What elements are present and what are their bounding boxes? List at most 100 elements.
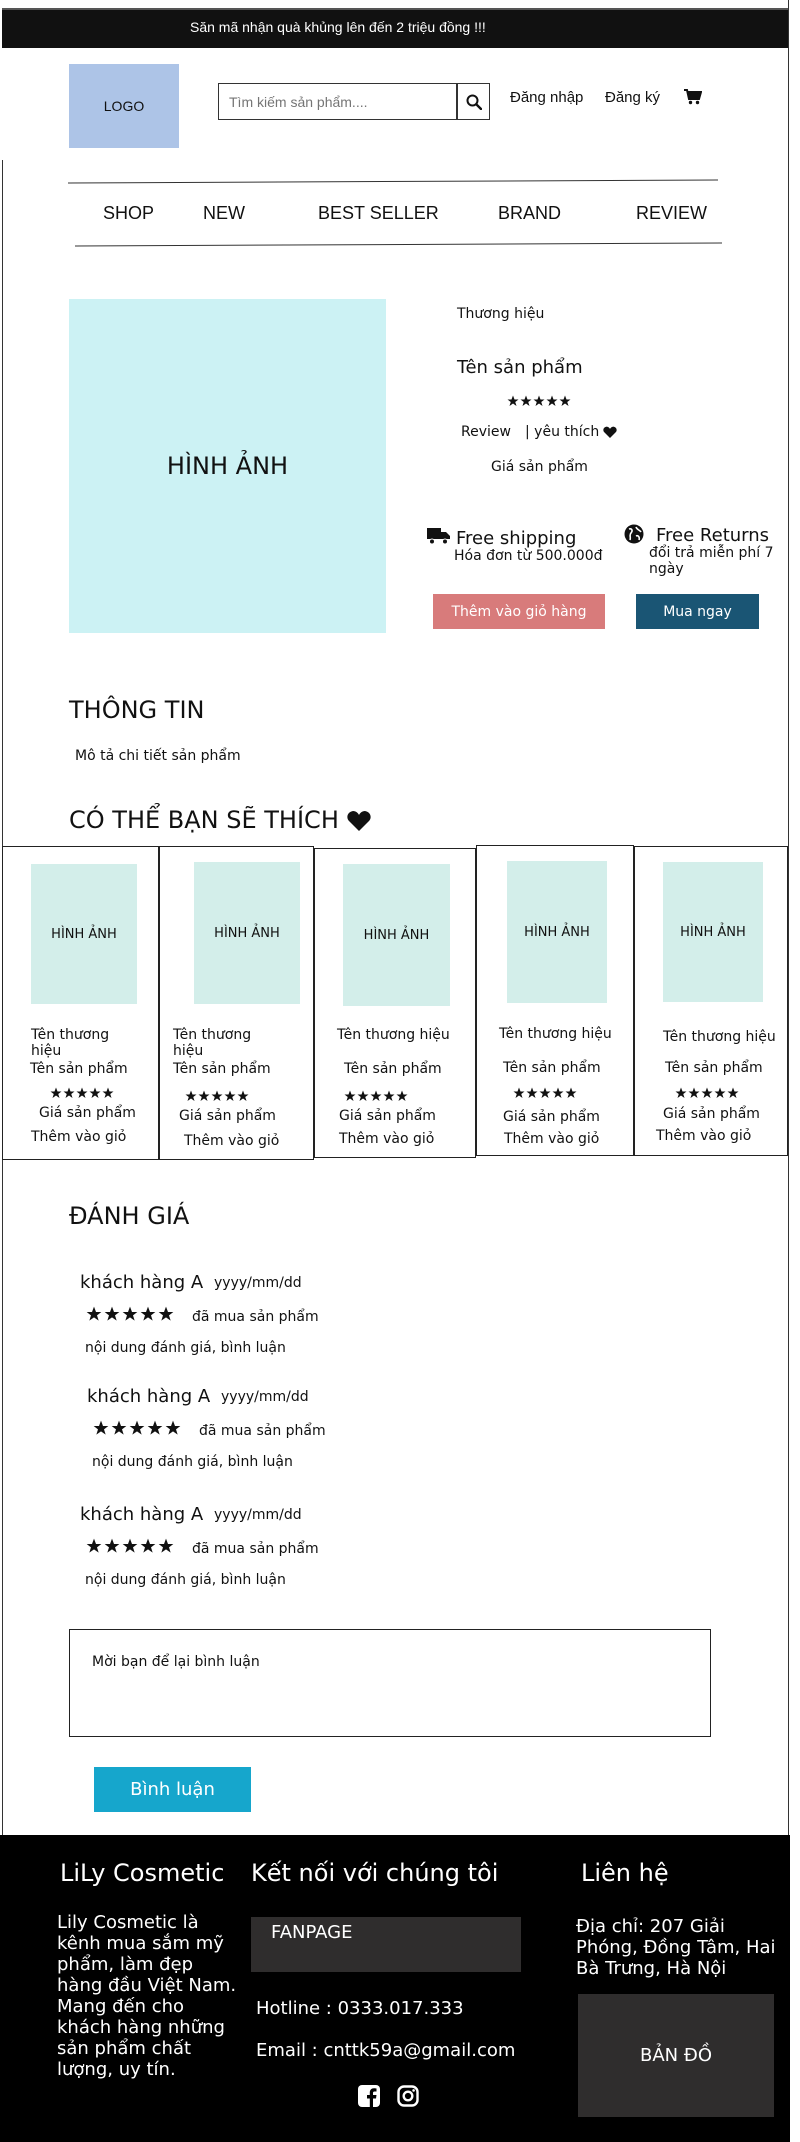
star-icon xyxy=(675,1087,687,1098)
star-icon xyxy=(104,1306,120,1321)
logo[interactable]: LOGO xyxy=(69,64,179,148)
nav-brand[interactable]: BRAND xyxy=(498,203,561,224)
star-icon xyxy=(86,1538,102,1553)
product-card[interactable]: HÌNH ẢNH Tên thương hiệu Tên sản phẩm Gi… xyxy=(2,846,159,1160)
product-card[interactable]: HÌNH ẢNH Tên thương hiệu Tên sản phẩm Gi… xyxy=(314,848,476,1158)
card-price: Giá sản phẩm xyxy=(39,1105,136,1121)
nav-best-seller[interactable]: BEST SELLER xyxy=(318,203,439,224)
comment-button[interactable]: Bình luận xyxy=(94,1767,251,1812)
card-brand: Tên thương hiệu xyxy=(31,1027,110,1059)
nav-shop[interactable]: SHOP xyxy=(103,203,154,224)
star-icon xyxy=(565,1087,577,1098)
cart-button[interactable] xyxy=(684,89,703,109)
shipping-title: Free shipping xyxy=(456,528,577,549)
star-icon xyxy=(370,1090,382,1101)
facebook-icon xyxy=(358,2085,380,2107)
card-add-to-cart[interactable]: Thêm vào giỏ xyxy=(31,1129,126,1145)
star-icon xyxy=(539,1087,551,1098)
search-button[interactable] xyxy=(457,83,490,120)
login-link[interactable]: Đăng nhập xyxy=(510,89,583,106)
shipping-subtitle: Hóa đơn từ 500.000đ xyxy=(454,548,603,564)
info-description: Mô tả chi tiết sản phẩm xyxy=(75,748,241,764)
nav-new[interactable]: NEW xyxy=(203,203,245,224)
review-content: nội dung đánh giá, bình luận xyxy=(85,1572,286,1588)
truck-icon-wrap xyxy=(427,527,451,549)
star-icon xyxy=(507,395,519,406)
comment-input[interactable]: Mời bạn để lại bình luận xyxy=(69,1629,711,1737)
card-name: Tên sản phẩm xyxy=(503,1060,601,1076)
star-icon xyxy=(396,1090,408,1101)
map-button[interactable]: BẢN ĐỒ xyxy=(578,1994,774,2117)
card-price: Giá sản phẩm xyxy=(663,1106,760,1122)
like-link[interactable]: | yêu thích xyxy=(525,424,617,440)
star-icon xyxy=(89,1087,101,1098)
heart-icon xyxy=(603,426,617,438)
star-icon xyxy=(520,395,532,406)
card-name: Tên sản phẩm xyxy=(344,1061,442,1077)
card-add-to-cart[interactable]: Thêm vào giỏ xyxy=(504,1131,599,1147)
cart-icon xyxy=(684,89,703,105)
star-icon xyxy=(211,1090,223,1101)
review-rating xyxy=(86,1538,174,1554)
card-add-to-cart[interactable]: Thêm vào giỏ xyxy=(656,1128,751,1144)
reviews-title: ĐÁNH GIÁ xyxy=(69,1202,190,1230)
card-add-to-cart[interactable]: Thêm vào giỏ xyxy=(184,1133,279,1149)
footer-contact-title: Liên hệ xyxy=(581,1859,669,1887)
review-rating xyxy=(93,1420,181,1436)
product-card[interactable]: HÌNH ẢNH Tên thương hiệu Tên sản phẩm Gi… xyxy=(159,846,314,1160)
star-icon xyxy=(122,1306,138,1321)
info-title: THÔNG TIN xyxy=(69,696,205,724)
fanpage-button[interactable]: FANPAGE xyxy=(251,1917,521,1972)
star-icon xyxy=(714,1087,726,1098)
review-content: nội dung đánh giá, bình luận xyxy=(85,1340,286,1356)
review-content: nội dung đánh giá, bình luận xyxy=(92,1454,293,1470)
card-image: HÌNH ẢNH xyxy=(31,864,137,1004)
review-bought: đã mua sản phẩm xyxy=(199,1423,326,1439)
footer-brand-title: LiLy Cosmetic xyxy=(60,1859,225,1887)
review-link[interactable]: Review xyxy=(461,424,511,440)
star-icon xyxy=(86,1306,102,1321)
review-customer: khách hàng A xyxy=(80,1504,204,1525)
register-link[interactable]: Đăng ký xyxy=(605,89,660,106)
star-icon xyxy=(552,1087,564,1098)
product-card[interactable]: HÌNH ẢNH Tên thương hiệu Tên sản phẩm Gi… xyxy=(476,845,634,1156)
card-image: HÌNH ẢNH xyxy=(343,864,450,1006)
review-customer: khách hàng A xyxy=(87,1386,211,1407)
star-icon xyxy=(158,1306,174,1321)
card-image: HÌNH ẢNH xyxy=(194,862,300,1004)
card-price: Giá sản phẩm xyxy=(503,1109,600,1125)
star-icon xyxy=(526,1087,538,1098)
star-icon xyxy=(701,1087,713,1098)
card-rating xyxy=(185,1090,249,1102)
buy-now-button[interactable]: Mua ngay xyxy=(636,594,759,629)
facebook-link[interactable] xyxy=(358,2085,380,2111)
star-icon xyxy=(50,1087,62,1098)
card-brand: Tên thương hiệu xyxy=(663,1029,776,1045)
search-input[interactable] xyxy=(218,83,457,120)
star-icon xyxy=(147,1420,163,1435)
star-icon xyxy=(93,1420,109,1435)
product-card[interactable]: HÌNH ẢNH Tên thương hiệu Tên sản phẩm Gi… xyxy=(634,846,788,1156)
card-brand: Tên thương hiệu xyxy=(499,1026,612,1042)
review-bought: đã mua sản phẩm xyxy=(192,1309,319,1325)
nav-review[interactable]: REVIEW xyxy=(636,203,707,224)
recommend-heading: CÓ THỂ BẠN SẼ THÍCH xyxy=(69,806,371,834)
star-icon xyxy=(63,1087,75,1098)
card-rating xyxy=(50,1087,114,1099)
review-bought: đã mua sản phẩm xyxy=(192,1541,319,1557)
add-to-cart-button[interactable]: Thêm vào giỏ hàng xyxy=(433,594,605,629)
product-rating xyxy=(507,395,571,407)
star-icon xyxy=(224,1090,236,1101)
star-icon xyxy=(140,1306,156,1321)
review-rating xyxy=(86,1306,174,1322)
review-date: yyyy/mm/dd xyxy=(221,1389,309,1405)
star-icon xyxy=(102,1087,114,1098)
card-add-to-cart[interactable]: Thêm vào giỏ xyxy=(339,1131,434,1147)
footer-hotline: Hotline : 0333.017.333 xyxy=(256,1998,464,2019)
instagram-link[interactable] xyxy=(397,2085,419,2111)
search-icon xyxy=(466,94,482,110)
star-icon xyxy=(559,395,571,406)
page-frame-right xyxy=(788,0,789,1835)
star-icon xyxy=(533,395,545,406)
announcement-bar: Săn mã nhận quà khủng lên đến 2 triệu đồ… xyxy=(2,8,788,48)
